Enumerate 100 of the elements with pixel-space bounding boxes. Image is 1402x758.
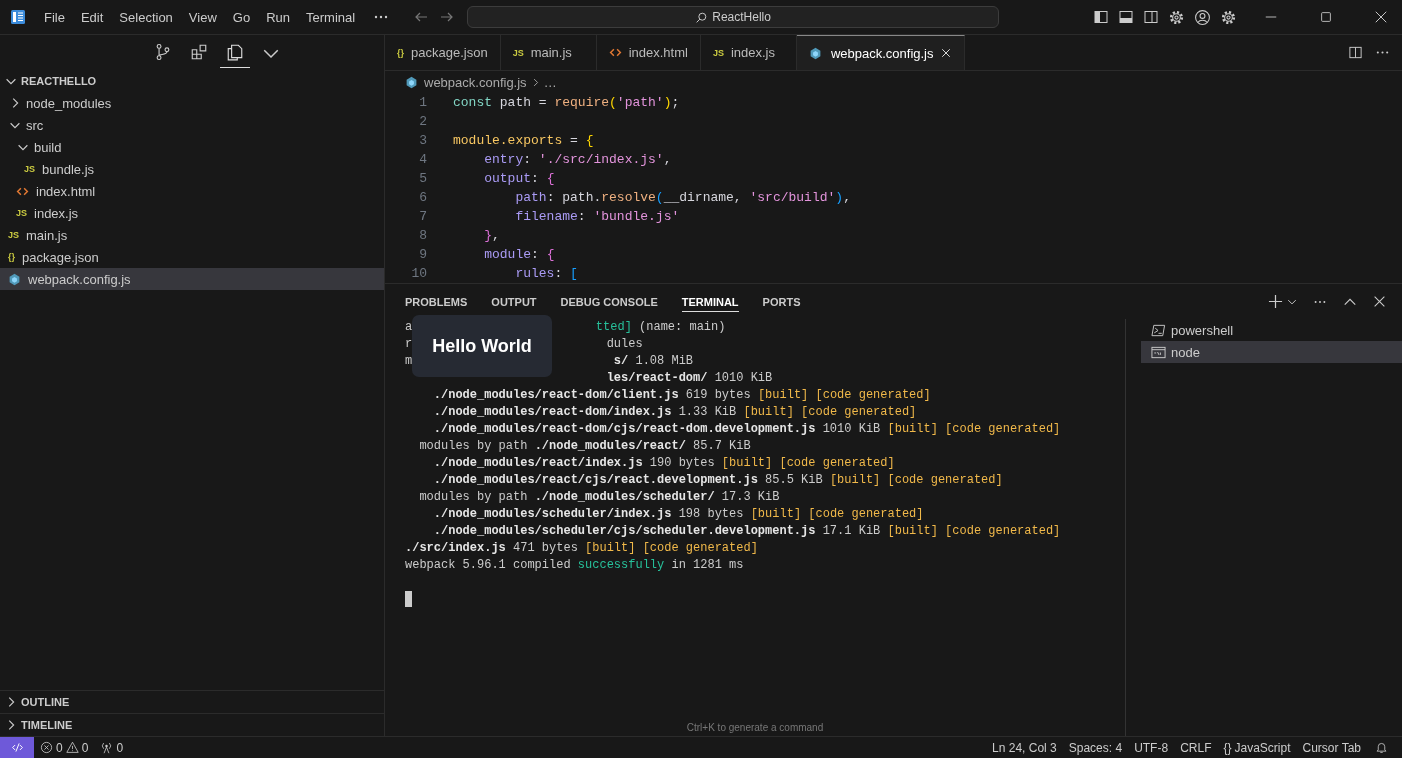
menu-item[interactable]: File [36,9,73,25]
editor-tab[interactable]: index.html [596,35,701,70]
line-number: 4 [418,152,427,167]
bell-icon[interactable] [1375,741,1388,754]
terminal-line: ./node_modules/react/index.js 190 bytes [built] [code generated] [432,456,895,470]
plus-icon[interactable] [1268,294,1283,309]
status-item[interactable]: UTF-8 [1128,740,1175,755]
account-icon[interactable] [1194,8,1211,26]
file-type-label: {} [397,47,404,58]
file-type-label: {} [8,252,15,262]
sidebar-layout-icon[interactable] [1093,9,1109,25]
ports-status[interactable]: 0 [94,740,130,755]
error-icon [40,741,53,754]
split-layout-icon[interactable] [1143,9,1159,25]
panel-tab[interactable]: DEBUG CONSOLE [560,291,658,312]
panel-tab[interactable]: TERMINAL [681,291,739,312]
sidebar-section-header[interactable]: OUTLINE [0,690,384,713]
remote-icon [10,741,24,754]
explorer-folder[interactable]: build [0,136,384,158]
menu-item[interactable]: View [180,9,225,25]
explorer-folder[interactable]: node_modules [0,92,384,114]
code-line: }, [483,228,500,243]
status-item[interactable]: Cursor Tab [1296,740,1367,755]
breadcrumb-item[interactable]: webpack.config.js [424,74,527,90]
panel-tab[interactable]: PORTS [762,291,801,312]
breadcrumb-item[interactable]: … [543,74,557,90]
terminal-cursor [405,591,412,607]
terminal-text: tted] (name: main) [595,320,726,334]
terminal-hint: Ctrl+K to generate a command [685,722,825,733]
terminal-line: ./node_modules/react/cjs/react.development.js 85.5 KiB [built] [code generated] [432,473,1003,487]
line-number: 2 [418,114,427,129]
terminal-text: r [405,337,413,351]
terminal-icon [1151,322,1166,338]
line-number: 8 [418,228,427,243]
warning-icon [65,741,79,754]
editor-tab[interactable]: JS index.js [700,35,797,70]
status-item[interactable]: Spaces: 4 [1062,740,1129,755]
terminal-line: ./node_modules/react-dom/cjs/react-dom.development.js 1010 KiB [built] [code generated] [432,422,1061,436]
command-center-search[interactable]: ReactHello [467,6,1000,28]
line-number: 3 [418,133,427,148]
editor-tab[interactable]: webpack.config.js [796,35,965,70]
status-item[interactable]: Ln 24, Col 3 [986,740,1063,755]
code-line: filename: 'bundle.js' [514,209,680,224]
status-item[interactable]: CRLF [1174,740,1218,755]
menu-item[interactable]: Go [224,9,259,25]
line-number: 5 [418,171,427,186]
terminal-line: ./node_modules/scheduler/index.js 198 bytes [built] [code generated] [432,507,924,521]
explorer-folder[interactable]: src [0,114,384,136]
language-status[interactable]: {} JavaScript [1217,740,1297,755]
panel-tab[interactable]: OUTPUT [491,291,537,312]
extensions-icon [190,43,208,61]
line-number: 1 [418,95,427,110]
sidebar-section-header[interactable]: TIMELINE [0,713,384,736]
panel-tab[interactable]: PROBLEMS [405,291,468,312]
line-number: 9 [418,247,427,262]
terminal-line: modules by path ./node_modules/scheduler/ 17.3 KiB [418,490,780,504]
maximize-icon[interactable] [1319,10,1333,24]
line-number: 10 [410,266,427,281]
menu-item[interactable]: Edit [72,9,112,25]
editor-tab[interactable]: JS main.js [500,35,597,70]
explorer-file[interactable]: JS index.js [0,202,384,224]
files-icon [226,43,244,61]
source-control-icon [154,43,172,61]
explorer-file[interactable]: JS bundle.js [0,158,384,180]
terminal-text: les/react-dom/ 1010 KiB [606,371,773,385]
panel-layout-icon[interactable] [1118,9,1134,25]
remote-button[interactable] [0,737,34,758]
close-icon[interactable] [1373,295,1386,308]
terminal-list-item[interactable]: powershell [1141,319,1402,341]
menu-item[interactable]: Run [258,9,298,25]
cube-icon [808,46,822,60]
terminal-line: ./src/index.js 471 bytes [built] [code generated] [405,541,758,555]
settings-icon[interactable] [1220,8,1237,26]
editor-tab[interactable]: {} package.json [385,35,501,70]
code-line: const path = require('path'); [453,95,680,110]
problems-status[interactable]: 0 0 [34,740,95,755]
menu-item[interactable]: Terminal [298,9,364,25]
explorer-file[interactable]: index.html [0,180,384,202]
gear-icon[interactable] [1168,8,1185,26]
code-line: entry: './src/index.js', [483,152,672,167]
explorer-file[interactable]: JS main.js [0,224,384,246]
split-editor-icon[interactable] [1348,45,1363,60]
explorer-file[interactable]: webpack.config.js [0,268,384,290]
console-window-icon [1151,344,1166,360]
close-icon[interactable] [1374,10,1388,24]
explorer-file[interactable]: {} package.json [0,246,384,268]
search-icon [695,10,709,24]
explorer-section-header[interactable]: REACTHELLO [0,70,384,92]
terminal-text: a [405,320,413,334]
menu-item[interactable]: Selection [111,9,181,25]
code-line: module: { [483,247,555,262]
terminal-line: modules by path ./node_modules/react/ 85.7 KiB [418,439,751,453]
terminal-line: ./node_modules/react-dom/index.js 1.33 KiB [built] [code generated] [432,405,917,419]
window-heading: Hello World [432,335,532,357]
close-icon[interactable] [939,47,952,59]
code-brackets-icon [608,46,622,59]
code-line: rules: [ [514,266,578,281]
terminal-list-item[interactable]: node [1141,341,1402,363]
terminal-text: dules [606,337,643,351]
file-type-label: JS [8,230,19,240]
